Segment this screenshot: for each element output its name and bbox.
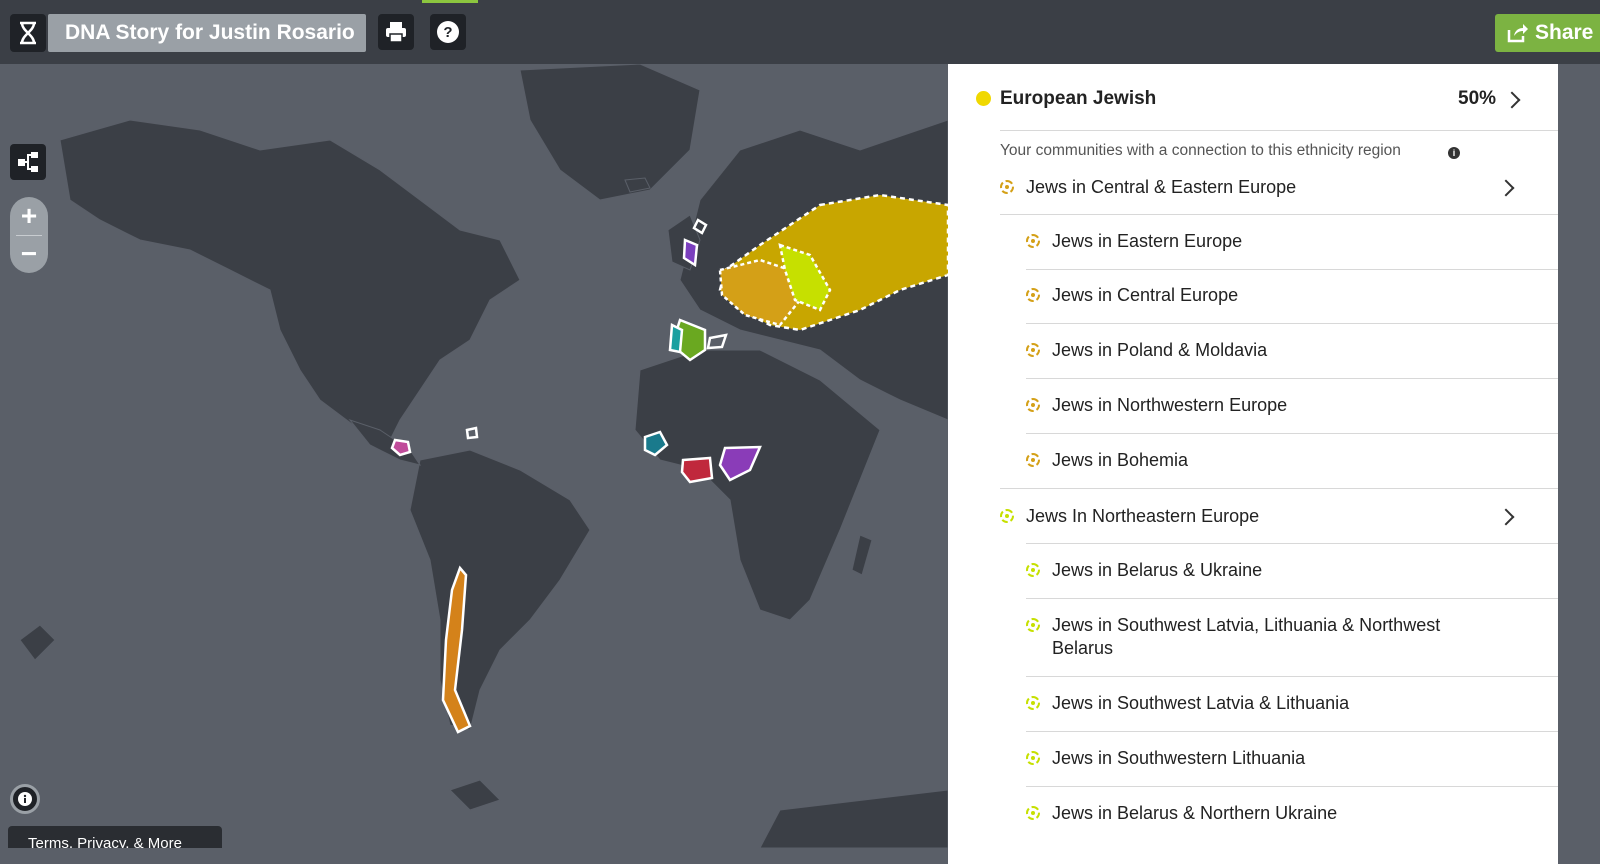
community-item[interactable]: Jews in Bohemia <box>1026 449 1558 479</box>
region-sardinia <box>706 333 728 350</box>
share-label: Share <box>1535 21 1594 44</box>
region-name: European Jewish <box>1000 88 1157 109</box>
community-label: Jews in Southwestern Lithuania <box>1052 748 1306 768</box>
community-bullet-icon <box>1026 398 1040 412</box>
community-bullet-icon <box>1026 563 1040 577</box>
landmass-tierra <box>449 779 501 811</box>
region-percent: 50% <box>1458 88 1497 109</box>
zoom-out-button[interactable]: − <box>10 235 48 273</box>
zoom-divider <box>16 235 42 236</box>
divider <box>1026 323 1558 324</box>
divider <box>1026 676 1558 677</box>
chevron-right-icon <box>1497 179 1515 197</box>
community-label: Jews in Northwestern Europe <box>1052 395 1288 415</box>
community-item[interactable]: Jews in Poland & Moldavia <box>1026 339 1558 369</box>
svg-text:?: ? <box>443 24 452 41</box>
divider <box>1000 488 1558 489</box>
community-bullet-icon <box>1000 180 1014 194</box>
community-label: Jews in Central & Eastern Europe <box>1026 177 1297 197</box>
page-title: DNA Story for Justin Rosario <box>48 14 366 52</box>
ethnicity-panel: European Jewish 50% Your communities wit… <box>948 64 1558 864</box>
landmass-africa <box>634 349 881 621</box>
tree-view-icon[interactable] <box>10 144 46 180</box>
region-ghana <box>680 456 714 484</box>
landmass-south-america <box>409 449 591 731</box>
community-group-northeastern[interactable]: Jews In Northeastern Europe <box>1000 505 1558 535</box>
info-icon[interactable]: i <box>1448 147 1460 159</box>
community-label: Jews in Belarus & Ukraine <box>1052 560 1263 580</box>
community-bullet-icon <box>1000 509 1014 523</box>
community-item[interactable]: Jews in Northwestern Europe <box>1026 394 1558 424</box>
community-bullet-icon <box>1026 618 1040 632</box>
zoom-control: + − <box>10 197 48 273</box>
map-edge-strip <box>1558 64 1600 848</box>
community-bullet-icon <box>1026 288 1040 302</box>
divider <box>1000 214 1558 215</box>
info-icon[interactable] <box>10 784 40 814</box>
region-puerto-rico <box>465 426 479 440</box>
terms-privacy-link[interactable]: Terms, Privacy, & More <box>8 826 222 848</box>
community-item[interactable]: Jews in Central Europe <box>1026 284 1558 314</box>
community-bullet-icon <box>1026 696 1040 710</box>
community-label: Jews in Southwest Latvia & Lithuania <box>1052 693 1350 713</box>
landmass-antarctic-edge <box>759 789 949 848</box>
divider <box>1026 731 1558 732</box>
divider <box>1026 598 1558 599</box>
region-iberia-west <box>668 323 684 354</box>
communities-subtitle: Your communities with a connection to th… <box>1000 142 1401 159</box>
landmass-greenland <box>519 64 701 201</box>
share-button[interactable]: Share <box>1495 14 1600 52</box>
chevron-right-icon <box>1497 508 1515 526</box>
community-label: Jews in Central Europe <box>1052 285 1239 305</box>
community-label: Jews in Poland & Moldavia <box>1052 340 1268 360</box>
progress-accent <box>422 0 478 3</box>
community-item[interactable]: Jews in Belarus & Ukraine <box>1026 559 1558 589</box>
chevron-right-icon <box>1503 91 1521 109</box>
community-item[interactable]: Jews in Belarus & Northern Ukraine <box>1026 802 1558 832</box>
divider <box>1026 378 1558 379</box>
landmass-new-zealand <box>19 624 56 661</box>
divider <box>1026 543 1558 544</box>
community-group-central-eastern[interactable]: Jews in Central & Eastern Europe <box>1000 176 1558 206</box>
community-item[interactable]: Jews in Eastern Europe <box>1026 230 1558 260</box>
community-label: Jews in Eastern Europe <box>1052 231 1243 251</box>
community-bullet-icon <box>1026 453 1040 467</box>
zoom-in-button[interactable]: + <box>10 197 48 235</box>
divider <box>1026 269 1558 270</box>
divider <box>1026 786 1558 787</box>
community-label: Jews in Southwest Latvia, Lithuania & No… <box>1052 615 1441 658</box>
divider <box>1026 433 1558 434</box>
landmass-madagascar <box>851 534 873 576</box>
share-icon <box>1507 24 1528 43</box>
top-bar: DNA Story for Justin Rosario ? Share <box>0 0 1600 64</box>
dna-icon[interactable] <box>10 14 46 52</box>
community-bullet-icon <box>1026 343 1040 357</box>
community-item[interactable]: Jews in Southwest Latvia & Lithuania <box>1026 692 1558 722</box>
help-icon[interactable]: ? <box>430 14 466 50</box>
community-label: Jews In Northeastern Europe <box>1026 506 1260 526</box>
community-item[interactable]: Jews in Southwest Latvia, Lithuania & No… <box>1026 614 1558 668</box>
region-header[interactable]: European Jewish 50% <box>948 64 1558 130</box>
community-label: Jews in Bohemia <box>1052 450 1189 470</box>
print-icon[interactable] <box>378 14 414 50</box>
community-bullet-icon <box>1026 234 1040 248</box>
community-bullet-icon <box>1026 806 1040 820</box>
community-bullet-icon <box>1026 751 1040 765</box>
region-color-dot <box>976 91 991 106</box>
landmass-north-america <box>59 119 521 441</box>
community-label: Jews in Belarus & Northern Ukraine <box>1052 803 1338 823</box>
divider <box>1000 130 1558 131</box>
community-item[interactable]: Jews in Southwestern Lithuania <box>1026 747 1558 777</box>
